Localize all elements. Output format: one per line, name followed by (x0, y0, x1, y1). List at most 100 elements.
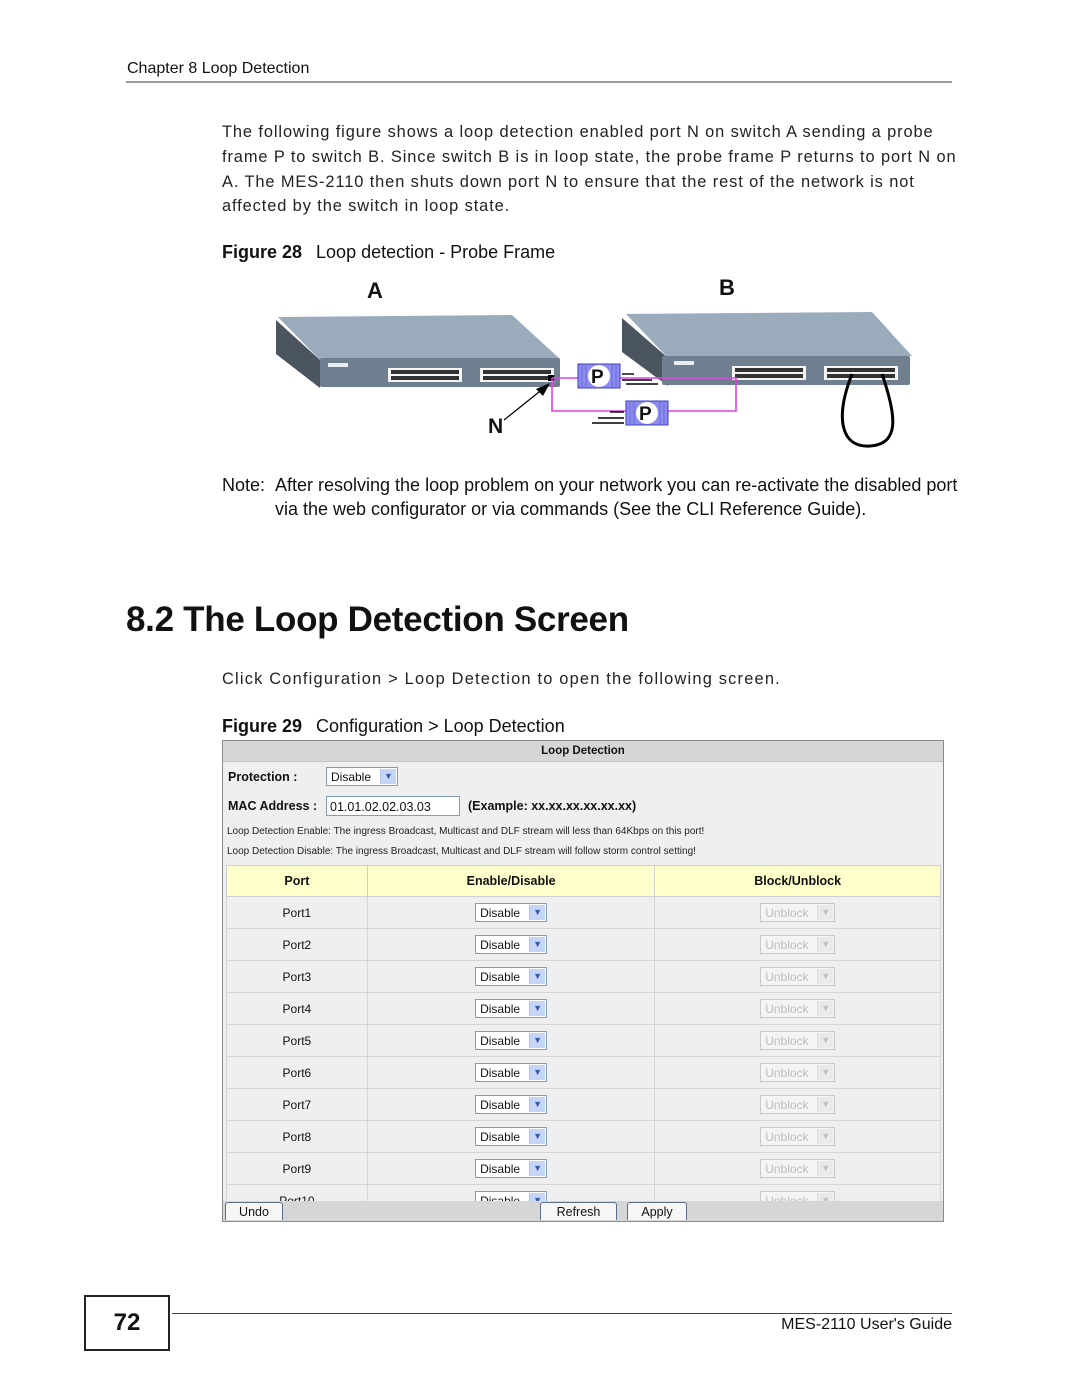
mac-address-input[interactable]: 01.01.02.02.03.03 (326, 796, 460, 816)
enable-cell: Disable ▼ (366, 1024, 656, 1057)
enable-cell: Disable ▼ (366, 1152, 656, 1185)
port-name-cell: Port1 (226, 896, 368, 929)
chevron-down-icon: ▼ (817, 1065, 834, 1080)
port-enable-select[interactable]: Disable ▼ (475, 1031, 548, 1050)
protection-select[interactable]: Disable ▼ (326, 767, 398, 786)
port-enable-value: Disable (480, 1034, 521, 1048)
chevron-down-icon[interactable]: ▼ (529, 969, 546, 984)
chevron-down-icon: ▼ (817, 1033, 834, 1048)
section-title: 8.2 The Loop Detection Screen (126, 600, 629, 639)
enable-cell: Disable ▼ (366, 992, 656, 1025)
port-block-select[interactable]: Unblock ▼ (760, 903, 836, 922)
table-row: Port7 Disable ▼ Unblock ▼ (226, 1088, 941, 1121)
ports-table: Port Enable/Disable Block/Unblock Port1 D… (226, 865, 941, 1217)
screen-title: Loop Detection (223, 741, 943, 762)
port-block-select[interactable]: Unblock ▼ (760, 999, 836, 1018)
header-block-unblock: Block/Unblock (654, 865, 941, 897)
port-block-value: Unblock (765, 970, 809, 984)
port-enable-value: Disable (480, 1098, 521, 1112)
port-name: Port3 (282, 969, 312, 984)
page-number: 72 (84, 1295, 170, 1351)
port-name: Port6 (282, 1065, 312, 1080)
switch-b-label: B (719, 275, 735, 300)
chevron-down-icon[interactable]: ▼ (529, 1001, 546, 1016)
guide-title: MES-2110 User's Guide (781, 1316, 952, 1333)
chevron-down-icon[interactable]: ▼ (529, 905, 546, 920)
chevron-down-icon: ▼ (817, 937, 834, 952)
intro-paragraph: The following figure shows a loop detect… (222, 123, 957, 216)
apply-button[interactable]: Apply (627, 1202, 687, 1220)
port-name-cell: Port8 (226, 1120, 368, 1153)
table-row: Port4 Disable ▼ Unblock ▼ (226, 992, 941, 1025)
port-enable-value: Disable (480, 1002, 521, 1016)
port-name-cell: Port2 (226, 928, 368, 961)
header-port: Port (226, 865, 368, 897)
loop-detection-screen: Loop Detection Protection : Disable ▼ MA… (222, 740, 944, 1222)
table-row: Port2 Disable ▼ Unblock ▼ (226, 928, 941, 961)
port-block-select[interactable]: Unblock ▼ (760, 1095, 836, 1114)
undo-button[interactable]: Undo (225, 1202, 283, 1220)
port-block-select[interactable]: Unblock ▼ (760, 1159, 836, 1178)
port-name-cell: Port4 (226, 992, 368, 1025)
chevron-down-icon: ▼ (817, 969, 834, 984)
port-enable-value: Disable (480, 1130, 521, 1144)
port-enable-select[interactable]: Disable ▼ (475, 1095, 548, 1114)
port-block-select[interactable]: Unblock ▼ (760, 967, 836, 986)
chevron-down-icon[interactable]: ▼ (529, 1097, 546, 1112)
port-enable-select[interactable]: Disable ▼ (475, 1159, 548, 1178)
probe-label-outgoing: P (591, 367, 604, 388)
block-cell: Unblock ▼ (654, 960, 941, 993)
protection-value: Disable (331, 770, 372, 784)
switch-b-icon (622, 312, 912, 386)
enable-cell: Disable ▼ (366, 1088, 656, 1121)
port-block-value: Unblock (765, 1098, 809, 1112)
block-cell: Unblock ▼ (654, 1088, 941, 1121)
port-enable-select[interactable]: Disable ▼ (475, 999, 548, 1018)
port-name-cell: Port9 (226, 1152, 368, 1185)
port-enable-select[interactable]: Disable ▼ (475, 903, 548, 922)
port-enable-select[interactable]: Disable ▼ (475, 935, 548, 954)
figure-29-caption: Figure 29 Configuration > Loop Detection (222, 716, 565, 737)
switch-a-label: A (367, 278, 383, 303)
chevron-down-icon[interactable]: ▼ (529, 1129, 546, 1144)
port-enable-select[interactable]: Disable ▼ (475, 1127, 548, 1146)
port-block-select[interactable]: Unblock ▼ (760, 935, 836, 954)
port-name-cell: Port6 (226, 1056, 368, 1089)
chevron-down-icon[interactable]: ▼ (529, 1033, 546, 1048)
port-block-select[interactable]: Unblock ▼ (760, 1031, 836, 1050)
probe-frame-returning-icon: P (592, 400, 669, 426)
port-name: Port5 (282, 1033, 312, 1048)
port-block-select[interactable]: Unblock ▼ (760, 1063, 836, 1082)
table-row: Port8 Disable ▼ Unblock ▼ (226, 1120, 941, 1153)
refresh-button[interactable]: Refresh (540, 1202, 617, 1220)
chevron-down-icon[interactable]: ▼ (380, 769, 396, 784)
chevron-down-icon[interactable]: ▼ (529, 1065, 546, 1080)
header-divider (126, 81, 952, 83)
port-block-select[interactable]: Unblock ▼ (760, 1127, 836, 1146)
footer-divider (172, 1313, 952, 1314)
block-cell: Unblock ▼ (654, 1152, 941, 1185)
chevron-down-icon[interactable]: ▼ (529, 1161, 546, 1176)
chevron-down-icon: ▼ (817, 1161, 834, 1176)
table-row: Port3 Disable ▼ Unblock ▼ (226, 960, 941, 993)
figure-29-title: Configuration > Loop Detection (316, 716, 565, 736)
block-cell: Unblock ▼ (654, 1120, 941, 1153)
header-enable-disable: Enable/Disable (366, 865, 656, 897)
table-row: Port1 Disable ▼ Unblock ▼ (226, 896, 941, 929)
port-enable-select[interactable]: Disable ▼ (475, 967, 548, 986)
enable-cell: Disable ▼ (366, 1120, 656, 1153)
port-block-value: Unblock (765, 938, 809, 952)
table-row: Port6 Disable ▼ Unblock ▼ (226, 1056, 941, 1089)
block-cell: Unblock ▼ (654, 896, 941, 929)
enable-cell: Disable ▼ (366, 960, 656, 993)
block-cell: Unblock ▼ (654, 928, 941, 961)
figure-28-caption: Figure 28 Loop detection - Probe Frame (222, 242, 555, 263)
port-enable-value: Disable (480, 938, 521, 952)
table-header-row: Port Enable/Disable Block/Unblock (226, 865, 941, 897)
chapter-header: Chapter 8 Loop Detection (127, 60, 310, 77)
port-enable-select[interactable]: Disable ▼ (475, 1063, 548, 1082)
port-name: Port9 (282, 1161, 312, 1176)
chevron-down-icon[interactable]: ▼ (529, 937, 546, 952)
port-name: Port7 (282, 1097, 312, 1112)
figure-28-title: Loop detection - Probe Frame (316, 242, 556, 262)
